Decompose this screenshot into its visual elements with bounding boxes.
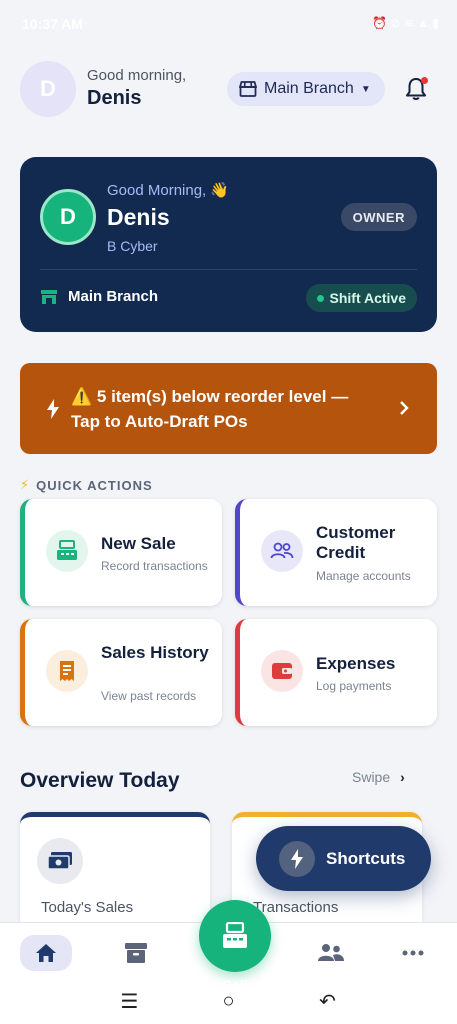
users-icon (261, 530, 303, 572)
bolt-icon (47, 399, 59, 419)
card-subtitle: View past records (101, 689, 197, 703)
notification-dot (421, 77, 428, 84)
shortcuts-label: Shortcuts (326, 848, 406, 868)
branch-selector[interactable]: Main Branch ▼ (227, 72, 385, 106)
branch-selector-label: Main Branch (264, 80, 354, 97)
todays-sales-card[interactable]: Today's Sales (20, 812, 210, 932)
status-time: 10:37 AM (22, 16, 83, 32)
new-sale-card[interactable]: New Sale Record transactions (20, 499, 222, 606)
hero-divider (40, 269, 417, 270)
quick-actions-title: QUICK ACTIONS (36, 477, 153, 493)
shortcuts-button[interactable]: Shortcuts (256, 826, 431, 891)
card-title: Expenses (316, 654, 396, 673)
username: Denis (87, 87, 142, 109)
shift-status-badge: Shift Active (305, 284, 417, 312)
swipe-label: Swipe (352, 769, 391, 785)
sales-history-card[interactable]: Sales History View past records (20, 619, 222, 726)
business-name: B Cyber (107, 238, 158, 254)
card-subtitle: Record transactions (101, 559, 208, 573)
hero-name: Denis (107, 204, 170, 230)
cash-register-icon (223, 922, 247, 948)
users-icon (305, 935, 357, 971)
profile-hero-card: D Good Morning, 👋 Denis B Cyber OWNER Ma… (20, 157, 437, 332)
shift-status-label: Shift Active (329, 290, 407, 306)
store-icon (41, 289, 57, 304)
home-circle-icon[interactable]: ○ (209, 990, 249, 1013)
alert-text: ⚠️ 5 item(s) below reorder level — Tap t… (71, 387, 349, 431)
store-icon (239, 81, 257, 97)
avatar[interactable]: D (20, 61, 76, 117)
app-header: D Good morning, Denis Main Branch ▼ (20, 60, 437, 118)
overview-label: Transactions (253, 899, 339, 916)
status-icons: ⏰ ⊘ ≋ ▲ ▮ (372, 16, 439, 30)
cash-register-icon (46, 530, 88, 572)
card-title: Sales History (101, 643, 209, 662)
overview-title: Overview Today (20, 769, 180, 792)
quick-actions-heading: ⚡ QUICK ACTIONS (20, 477, 153, 493)
customer-credit-card[interactable]: Customer Credit Manage accounts (235, 499, 437, 606)
overview-label: Today's Sales (41, 899, 134, 916)
expenses-card[interactable]: Expenses Log payments (235, 619, 437, 726)
hero-greeting: Good Morning, 👋 (107, 182, 230, 199)
bolt-icon: ⚡ (20, 477, 31, 492)
greeting-text: Good morning, (87, 67, 187, 84)
back-icon[interactable]: ↶ (308, 989, 348, 1014)
box-icon (110, 935, 162, 971)
reorder-alert-banner[interactable]: ⚠️ 5 item(s) below reorder level — Tap t… (20, 363, 437, 454)
hero-branch: Main Branch (40, 288, 158, 305)
receipt-icon (46, 650, 88, 692)
chevron-down-icon: ▼ (360, 83, 371, 95)
bolt-icon (279, 840, 315, 877)
role-badge: OWNER (340, 203, 417, 231)
status-bar: 10:37 AM ⏰ ⊘ ≋ ▲ ▮ (0, 0, 457, 48)
card-subtitle: Manage accounts (316, 569, 411, 583)
recents-icon[interactable]: ☰ (110, 989, 150, 1014)
card-title: New Sale (101, 534, 176, 553)
more-icon (387, 935, 439, 971)
sell-button[interactable] (199, 900, 271, 972)
chevron-right-icon (400, 401, 409, 415)
card-subtitle: Log payments (316, 679, 392, 693)
hero-avatar: D (40, 189, 96, 245)
status-dot (316, 294, 324, 302)
card-title: Customer Credit (316, 523, 396, 562)
swipe-hint[interactable]: Swipe › (352, 769, 405, 785)
chevron-right-icon: › (400, 769, 405, 785)
hero-branch-label: Main Branch (68, 288, 159, 305)
system-nav-bar: ☰ ○ ↶ (0, 978, 457, 1024)
money-icon (37, 838, 83, 884)
wallet-icon (261, 650, 303, 692)
home-icon (20, 935, 72, 971)
